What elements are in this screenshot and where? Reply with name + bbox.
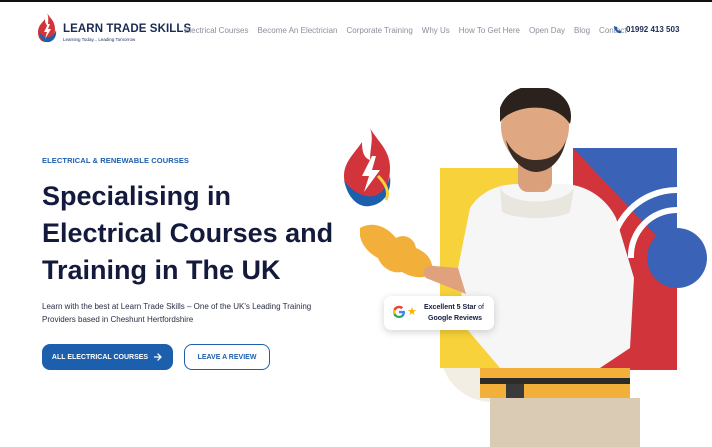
hero-illustration <box>344 88 707 447</box>
nav-how-to-get-here[interactable]: How To Get Here <box>459 26 520 35</box>
main-nav: Electrical Courses Become An Electrician… <box>184 26 636 35</box>
logo-name: LEARN TRADE SKILLS <box>63 23 192 35</box>
google-review-badge[interactable]: ★ Excellent 5 Star of Google Reviews <box>384 296 494 330</box>
flame-logo-icon <box>38 13 57 43</box>
primary-button-label: ALL ELECTRICAL COURSES <box>51 353 149 361</box>
headline-line-3: Training in The UK <box>42 255 281 285</box>
glove-icon <box>360 224 433 278</box>
nav-open-day[interactable]: Open Day <box>529 26 565 35</box>
phone-link[interactable]: 01992 413 503 <box>614 25 679 34</box>
all-electrical-courses-button[interactable]: ALL ELECTRICAL COURSES <box>42 344 173 370</box>
headline-line-2: Electrical Courses and <box>42 218 334 248</box>
nav-why-us[interactable]: Why Us <box>422 26 450 35</box>
site-header: LEARN TRADE SKILLS Learning Today... Lea… <box>0 2 712 58</box>
phone-number: 01992 413 503 <box>626 25 680 34</box>
site-logo[interactable]: LEARN TRADE SKILLS Learning Today... Lea… <box>36 12 191 46</box>
floating-flame-icon <box>344 128 391 207</box>
star-icon: ★ <box>407 306 417 318</box>
leave-a-review-button[interactable]: LEAVE A REVIEW <box>184 344 270 370</box>
nav-blog[interactable]: Blog <box>574 26 590 35</box>
secondary-button-label: LEAVE A REVIEW <box>197 353 257 361</box>
hero-eyebrow: ELECTRICAL & RENEWABLE COURSES <box>42 156 190 165</box>
hero-intro: Learn with the best at Learn Trade Skill… <box>42 302 312 324</box>
review-line-2: Google Reviews <box>428 315 483 322</box>
phone-icon <box>614 25 622 33</box>
headline-line-1: Specialising in <box>42 181 232 211</box>
review-of: of <box>476 304 484 311</box>
nav-become-an-electrician[interactable]: Become An Electrician <box>257 26 337 35</box>
nav-electrical-courses[interactable]: Electrical Courses <box>184 26 248 35</box>
logo-tagline: Learning Today... Leading Tomorrow <box>63 37 136 42</box>
review-excellent: Excellent 5 Star <box>424 304 477 311</box>
google-g-icon <box>392 305 405 318</box>
hero-headline: Specialising in Electrical Courses and T… <box>42 178 342 289</box>
arrow-right-icon <box>154 353 162 361</box>
nav-corporate-training[interactable]: Corporate Training <box>347 26 413 35</box>
review-line-1: Excellent 5 Star of <box>424 304 484 311</box>
